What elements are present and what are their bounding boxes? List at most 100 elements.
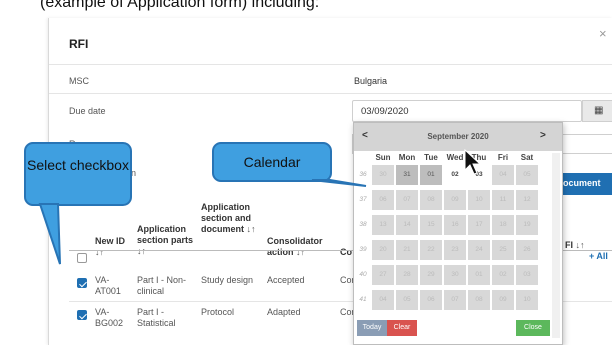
msc-label: MSC <box>69 76 89 86</box>
top-strip: (example of Application form) including: <box>0 0 612 18</box>
modal-title: RFI <box>69 37 89 51</box>
day-of-week-header: Thu <box>471 153 487 162</box>
calendar-day[interactable]: 20 <box>372 240 394 260</box>
header-new-id-label: New ID <box>95 236 126 246</box>
calendar-day[interactable]: 27 <box>372 265 394 285</box>
calendar-day[interactable]: 12 <box>516 190 538 210</box>
header-consolidator-action[interactable]: Consolidator action ↓↑ <box>267 236 337 258</box>
calendar-day[interactable]: 30 <box>372 165 394 185</box>
calendar-day[interactable]: 08 <box>420 190 442 210</box>
close-icon[interactable]: × <box>599 26 607 41</box>
calendar-day[interactable]: 19 <box>516 215 538 235</box>
calendar-day[interactable]: 28 <box>396 265 418 285</box>
header-co[interactable]: Co <box>340 247 352 258</box>
calendar-day[interactable]: 22 <box>420 240 442 260</box>
calendar-day[interactable]: 13 <box>372 215 394 235</box>
day-of-week-header: Wed <box>446 153 464 162</box>
row-checkbox[interactable] <box>77 310 87 320</box>
select-checkbox-callout: Select checkbox <box>24 142 132 206</box>
calendar-day[interactable]: 04 <box>492 165 514 185</box>
sort-icon: ↓↑ <box>137 246 146 256</box>
due-date-input[interactable]: 03/09/2020 <box>352 100 582 122</box>
msc-divider <box>49 93 612 94</box>
row-checkbox[interactable] <box>77 278 87 288</box>
calendar-day[interactable]: 09 <box>492 290 514 310</box>
calendar-day[interactable]: 02 <box>492 265 514 285</box>
calendar-day[interactable]: 09 <box>444 190 466 210</box>
header-application-section-parts[interactable]: Application section parts ↓↑ <box>137 224 197 257</box>
week-number: 37 <box>359 196 367 203</box>
calendar-callout: Calendar <box>212 142 332 182</box>
header-rfi-label: FI <box>565 240 573 250</box>
calendar-day[interactable]: 01 <box>468 265 490 285</box>
calendar-scrollbar[interactable] <box>552 153 560 338</box>
calendar-day[interactable]: 31 <box>396 165 418 185</box>
calendar-day[interactable]: 07 <box>396 190 418 210</box>
calendar-day[interactable]: 15 <box>420 215 442 235</box>
week-number: 38 <box>359 221 367 228</box>
calendar-day[interactable]: 30 <box>444 265 466 285</box>
day-of-week-header: Sat <box>520 153 534 162</box>
calendar-day[interactable]: 23 <box>444 240 466 260</box>
calendar-day[interactable]: 18 <box>492 215 514 235</box>
calendar-day[interactable]: 07 <box>444 290 466 310</box>
calendar-day[interactable]: 24 <box>468 240 490 260</box>
header-document-label: Application section and document <box>201 202 252 234</box>
due-date-value: 03/09/2020 <box>361 106 409 117</box>
row-document: Protocol <box>201 307 235 317</box>
row-part: Part I - Non-clinical <box>137 275 187 296</box>
calendar-day[interactable]: 25 <box>492 240 514 260</box>
header-divider <box>49 64 612 65</box>
row-action: Adapted <box>267 307 301 317</box>
calendar-day[interactable]: 04 <box>372 290 394 310</box>
week-number: 36 <box>359 171 367 178</box>
top-strip-text: (example of Application form) including: <box>40 0 320 11</box>
week-number: 39 <box>359 246 367 253</box>
calendar-day[interactable]: 10 <box>516 290 538 310</box>
calendar-day[interactable]: 10 <box>468 190 490 210</box>
calendar-day[interactable]: 05 <box>396 290 418 310</box>
day-of-week-header: Sun <box>375 153 391 162</box>
calendar-day[interactable]: 03 <box>516 265 538 285</box>
next-month-button[interactable]: > <box>540 130 546 141</box>
calendar-day[interactable]: 02 <box>444 165 466 185</box>
calendar-button[interactable]: ▦ <box>582 100 612 122</box>
day-of-week-header: Tue <box>424 153 438 162</box>
calendar-icon: ▦ <box>594 105 604 116</box>
calendar-day[interactable]: 14 <box>396 215 418 235</box>
row-part: Part I - Statistical <box>137 307 176 328</box>
calendar-day[interactable]: 16 <box>444 215 466 235</box>
calendar-month-title[interactable]: September 2020 <box>354 132 562 141</box>
row-action: Accepted <box>267 275 305 285</box>
calendar-day[interactable]: 08 <box>468 290 490 310</box>
row-new-id: VA-BG002 <box>95 307 124 328</box>
header-new-id[interactable]: New ID ↓↑ <box>95 236 125 258</box>
week-number: 41 <box>359 296 367 303</box>
select-all-checkbox[interactable] <box>77 253 87 263</box>
calendar-day[interactable]: 06 <box>420 290 442 310</box>
header-parts-label: Application section parts <box>137 224 194 245</box>
calendar-day[interactable]: 03 <box>468 165 490 185</box>
sort-icon: ↓↑ <box>575 240 585 250</box>
calendar-day[interactable]: 06 <box>372 190 394 210</box>
row-new-id: VA-AT001 <box>95 275 121 296</box>
calendar-day[interactable]: 01 <box>420 165 442 185</box>
calendar-day[interactable]: 26 <box>516 240 538 260</box>
today-button[interactable]: Today <box>357 320 387 336</box>
msc-value: Bulgaria <box>354 76 388 86</box>
row-document: Study design <box>201 275 254 285</box>
calendar-day[interactable]: 21 <box>396 240 418 260</box>
sort-icon: ↓↑ <box>95 247 104 257</box>
calendar-day[interactable]: 17 <box>468 215 490 235</box>
calendar-day[interactable]: 05 <box>516 165 538 185</box>
due-date-label: Due date <box>69 106 106 116</box>
header-action-label: Consolidator action <box>267 236 323 257</box>
clear-button[interactable]: Clear <box>387 320 417 336</box>
add-all-button[interactable]: + All <box>589 251 608 261</box>
close-button[interactable]: Close <box>516 320 550 336</box>
calendar-header: < September 2020 > <box>354 123 562 151</box>
header-application-section-document[interactable]: Application section and document ↓↑ <box>201 202 261 235</box>
add-document-button[interactable]: ocument <box>559 173 612 195</box>
calendar-day[interactable]: 29 <box>420 265 442 285</box>
calendar-day[interactable]: 11 <box>492 190 514 210</box>
